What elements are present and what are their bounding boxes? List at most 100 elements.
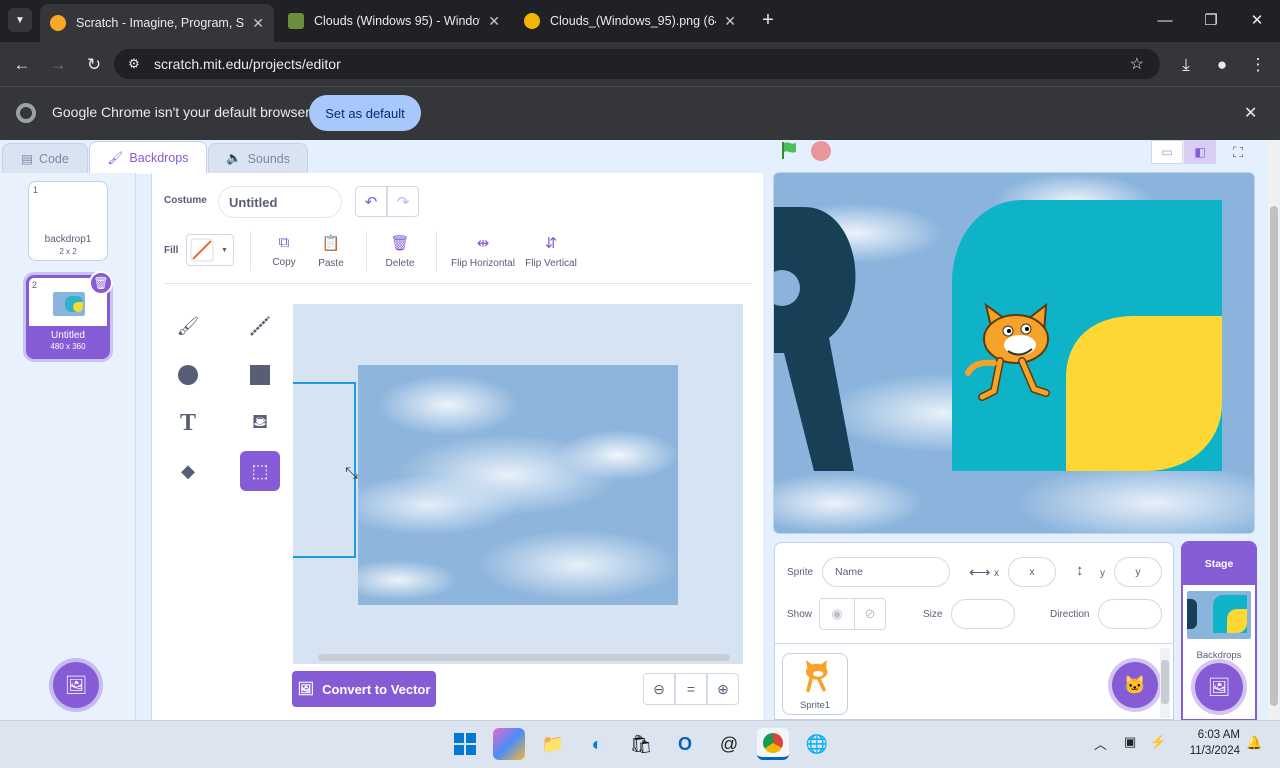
backdrop-name: Untitled — [51, 330, 85, 341]
fullscreen-icon[interactable]: ⛶ — [1224, 140, 1252, 164]
tab-search-chevron-icon[interactable]: ▼ — [8, 8, 32, 32]
circle-tool[interactable] — [168, 355, 208, 395]
show-visible-eye-icon[interactable]: ◉ — [819, 598, 855, 630]
small-stage-icon[interactable]: ▭ — [1151, 140, 1183, 164]
windows-start-icon[interactable] — [449, 728, 481, 760]
line-tool[interactable] — [240, 306, 280, 346]
fill-color-picker[interactable]: ▼ — [186, 234, 234, 266]
clock-date[interactable]: 11/3/2024 — [1178, 745, 1240, 757]
choose-backdrop-stage-button[interactable]: 🖼 — [1195, 663, 1243, 711]
select-tool[interactable]: ⬚ — [240, 451, 280, 491]
flip-vertical-label: Flip Vertical — [525, 258, 577, 269]
show-hidden-eye-icon[interactable]: ⊘ — [854, 598, 886, 630]
y-input[interactable]: y — [1114, 557, 1162, 587]
sprite-name-input[interactable]: Name — [822, 557, 950, 587]
canvas-horizontal-scrollbar[interactable] — [318, 654, 730, 661]
eraser-tool[interactable]: ◆ — [168, 451, 208, 491]
flip-horizontal-button[interactable]: ⇹ Flip Horizontal — [448, 234, 518, 269]
convert-to-vector-button[interactable]: 🖼 Convert to Vector — [292, 671, 436, 707]
zoom-out-button[interactable]: ⊖ — [643, 673, 675, 705]
microsoft-store-icon[interactable]: 🛍 — [625, 728, 657, 760]
text-tool[interactable]: T — [168, 403, 208, 443]
costume-name-input[interactable]: Untitled — [218, 186, 342, 218]
set-as-default-button[interactable]: Set as default — [309, 95, 421, 131]
flip-vertical-button[interactable]: ⇵ Flip Vertical — [522, 234, 580, 269]
green-flag-icon[interactable] — [780, 140, 800, 160]
undo-icon[interactable]: ↶ — [355, 186, 387, 217]
add-image-icon: 🖼 — [64, 674, 88, 695]
notification-bell-icon[interactable]: 🔔 — [1246, 735, 1262, 751]
restore-window-icon[interactable]: ❐ — [1188, 0, 1234, 40]
copy-button[interactable]: ⧉ Copy — [268, 234, 300, 268]
minimize-window-icon[interactable]: — — [1142, 0, 1188, 40]
rectangle-tool[interactable] — [240, 355, 280, 395]
y-label: y — [1100, 568, 1105, 579]
edge-browser-icon[interactable]: ◐ — [581, 728, 613, 760]
delete-button[interactable]: 🗑 Delete — [383, 234, 417, 269]
paint-bucket-icon: ⛾ — [251, 410, 269, 433]
clouds-bitmap — [358, 365, 678, 605]
add-image-icon: 🖼 — [1207, 676, 1231, 697]
show-hidden-icons-chevron-icon[interactable]: ︿ — [1094, 734, 1107, 753]
outlook-icon[interactable]: O — [669, 728, 701, 760]
close-window-icon[interactable]: ✕ — [1234, 0, 1280, 40]
direction-input[interactable] — [1098, 599, 1162, 629]
choose-backdrop-button[interactable]: 🖼 — [53, 662, 99, 708]
large-stage-icon[interactable]: ◧ — [1184, 140, 1216, 164]
close-tab-icon[interactable]: ✕ — [488, 13, 500, 30]
sprite-list-scrollbar[interactable] — [1160, 648, 1170, 718]
x-input[interactable]: x — [1008, 557, 1056, 587]
zoom-in-button[interactable]: ⊕ — [707, 673, 739, 705]
download-icon[interactable]: ⤓ — [1173, 52, 1199, 78]
sprite-name: Sprite1 — [799, 700, 831, 711]
chrome-menu-icon[interactable]: ⋮ — [1245, 52, 1271, 78]
browser-tab-scratch[interactable]: Scratch - Imagine, Program, Sh ✕ — [40, 4, 274, 42]
profile-avatar-icon[interactable]: ● — [1209, 52, 1235, 78]
close-tab-icon[interactable]: ✕ — [724, 13, 736, 30]
close-tab-icon[interactable]: ✕ — [252, 15, 264, 32]
size-input[interactable] — [951, 599, 1015, 629]
forward-arrow-icon[interactable]: → — [45, 52, 71, 78]
file-explorer-icon[interactable]: 📁 — [537, 728, 569, 760]
network-icon[interactable]: ▣ — [1124, 734, 1136, 750]
stage[interactable] — [773, 172, 1255, 534]
battery-icon[interactable]: ⚡ — [1150, 734, 1166, 750]
bookmark-star-icon[interactable]: ☆ — [1130, 54, 1144, 74]
tab-backdrops[interactable]: 🖌 Backdrops — [89, 141, 207, 174]
tab-code[interactable]: ▤ Code — [2, 143, 88, 173]
address-bar[interactable]: ⚙ scratch.mit.edu/projects/editor ☆ — [114, 49, 1160, 79]
paste-button[interactable]: 📋 Paste — [314, 234, 348, 269]
zoom-reset-button[interactable]: = — [675, 673, 707, 705]
circle-icon — [178, 365, 198, 385]
tab-title: Clouds (Windows 95) - Window — [314, 14, 481, 28]
clock-time[interactable]: 6:03 AM — [1178, 729, 1240, 741]
copilot-icon[interactable] — [493, 728, 525, 760]
brush-tool[interactable]: 🖌 — [168, 306, 208, 346]
reload-icon[interactable]: ↻ — [81, 52, 107, 78]
browser-tab-clouds-png[interactable]: Clouds_(Windows_95).png (640 ✕ — [514, 6, 746, 36]
fill-dropdown-icon: ▼ — [221, 246, 228, 254]
delete-backdrop-trash-icon[interactable]: 🗑 — [89, 271, 113, 295]
select-cursor-icon: ⬚ — [251, 460, 269, 481]
threads-app-icon[interactable]: @ — [713, 728, 745, 760]
chrome-logo-icon — [16, 103, 36, 123]
tab-sounds[interactable]: 🔈 Sounds — [208, 143, 308, 173]
site-settings-icon[interactable]: ⚙ — [114, 56, 154, 72]
stop-icon[interactable] — [811, 141, 831, 161]
brush-icon: 🖌 — [176, 315, 200, 336]
page-vertical-scrollbar[interactable] — [1268, 140, 1280, 720]
scratch-cat-sprite[interactable] — [964, 301, 1064, 411]
chrome-taskbar-icon[interactable] — [757, 728, 789, 760]
zoom-in-icon: ⊕ — [717, 680, 729, 697]
new-tab-plus-icon[interactable]: + — [756, 8, 780, 32]
close-infobar-icon[interactable]: ✕ — [1244, 103, 1257, 123]
line-icon — [250, 316, 270, 336]
browser-tab-clouds-wiki[interactable]: Clouds (Windows 95) - Window ✕ — [278, 6, 510, 36]
back-arrow-icon[interactable]: ← — [9, 52, 35, 78]
choose-sprite-button[interactable]: 🐱 — [1112, 662, 1158, 708]
globe-app-icon[interactable]: 🌐 — [801, 728, 833, 760]
fill-tool[interactable]: ⛾ — [240, 403, 280, 443]
redo-icon[interactable]: ↷ — [387, 186, 419, 217]
backdrop-thumb-1[interactable]: 1 backdrop1 2 x 2 — [28, 181, 108, 261]
sprite-thumb-sprite1[interactable]: Sprite1 — [782, 653, 848, 715]
